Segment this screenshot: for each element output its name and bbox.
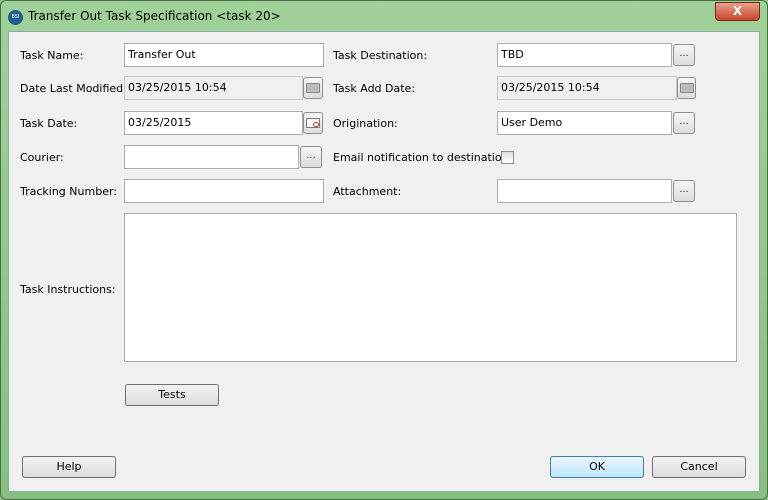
task-instructions-textarea[interactable] [124, 213, 737, 362]
task-name-input[interactable]: Transfer Out [124, 43, 324, 67]
calendar-icon [679, 83, 694, 93]
cancel-button[interactable]: Cancel [652, 456, 746, 478]
task-date-picker-button[interactable] [303, 112, 323, 134]
tests-button[interactable]: Tests [125, 384, 219, 406]
date-last-modified-button [303, 77, 323, 99]
task-name-label: Task Name: [20, 49, 84, 62]
origination-input[interactable]: User Demo [497, 111, 672, 135]
task-destination-label: Task Destination: [333, 49, 428, 62]
calendar-icon [306, 83, 320, 93]
task-destination-input[interactable]: TBD [497, 43, 672, 67]
attachment-input[interactable] [497, 179, 672, 203]
task-destination-browse-button[interactable]: ... [673, 44, 695, 66]
origination-browse-button[interactable]: ... [673, 112, 695, 134]
date-last-modified-input: 03/25/2015 10:54 [124, 76, 303, 100]
task-add-date-label: Task Add Date: [333, 82, 416, 95]
app-icon: BSI [8, 10, 23, 25]
help-button[interactable]: Help [22, 456, 116, 478]
courier-label: Courier: [20, 151, 64, 164]
task-date-input[interactable]: 03/25/2015 [124, 111, 303, 135]
email-notification-checkbox[interactable] [501, 151, 514, 164]
task-add-date-input: 03/25/2015 10:54 [497, 76, 677, 100]
task-instructions-label: Task Instructions: [20, 283, 116, 296]
courier-input[interactable] [124, 145, 299, 169]
attachment-label: Attachment: [333, 185, 402, 198]
calendar-icon [306, 118, 320, 128]
ok-button[interactable]: OK [550, 456, 644, 478]
window-title: Transfer Out Task Specification <task 20… [28, 9, 281, 23]
date-last-modified-label: Date Last Modified: [20, 82, 127, 95]
tracking-number-input[interactable] [124, 179, 324, 203]
task-date-label: Task Date: [20, 117, 78, 130]
courier-browse-button[interactable]: ... [300, 146, 322, 168]
task-add-date-button [677, 77, 696, 99]
email-notification-label: Email notification to destination: [333, 151, 513, 164]
attachment-browse-button[interactable]: ... [673, 180, 695, 202]
close-button[interactable]: X [715, 2, 760, 21]
tracking-number-label: Tracking Number: [20, 185, 117, 198]
origination-label: Origination: [333, 117, 398, 130]
